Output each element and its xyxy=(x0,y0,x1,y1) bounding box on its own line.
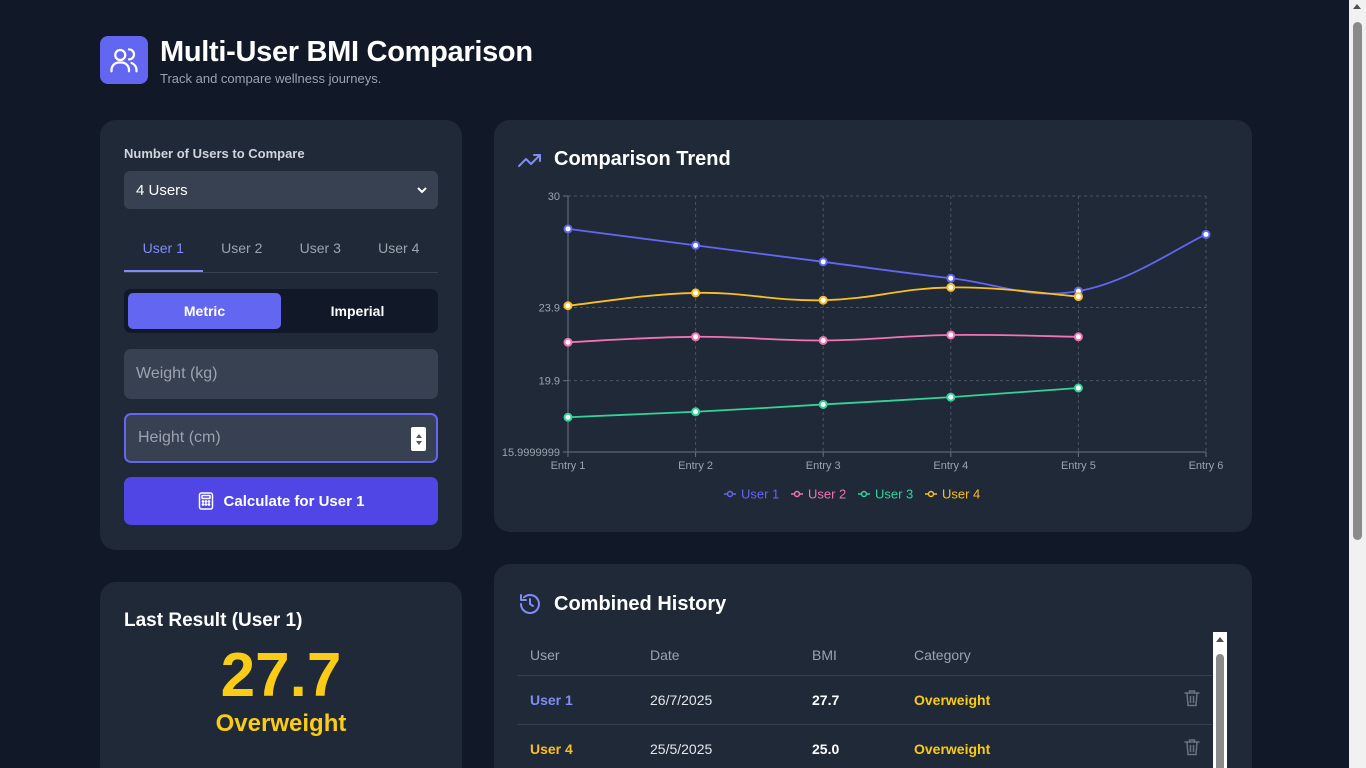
height-input[interactable]: Height (cm) xyxy=(124,413,438,463)
page-scrollbar[interactable] xyxy=(1349,0,1366,768)
series-line xyxy=(567,228,1207,295)
table-header-row: User Date BMI Category xyxy=(518,634,1212,676)
row-date: 25/5/2025 xyxy=(650,741,713,757)
combined-history-panel: Combined History User Date BMI Category … xyxy=(494,564,1252,768)
height-stepper[interactable] xyxy=(411,427,426,451)
y-tick-label: 15.9999999 xyxy=(502,447,560,459)
trend-chart: Entry 1 Entry 2 Entry 3 Entry 4 Entry 5 Entry… xyxy=(502,191,1224,502)
unit-toggle: Metric Imperial xyxy=(124,289,438,333)
row-user: User 4 xyxy=(530,741,573,757)
history-table: User Date BMI Category User 1 26/7/2025 … xyxy=(518,634,1212,768)
data-point xyxy=(946,330,956,340)
comparison-trend-panel: Comparison Trend Entry 1 Entry 2 Entry 3 En… xyxy=(494,120,1252,532)
row-category: Overweight xyxy=(914,692,991,708)
calculator-icon xyxy=(198,492,213,510)
column-header-date: Date xyxy=(650,646,680,663)
x-tick-label: Entry 6 xyxy=(1189,460,1224,472)
x-tick-label: Entry 5 xyxy=(1061,460,1096,472)
page-title: Multi-User BMI Comparison xyxy=(160,36,533,68)
data-point xyxy=(818,295,828,305)
row-date: 26/7/2025 xyxy=(650,692,713,708)
users-count-label: Number of Users to Compare xyxy=(124,146,305,161)
input-panel: Number of Users to Compare 4 Users User … xyxy=(100,120,462,550)
user-tabs: User 1 User 2 User 3 User 4 xyxy=(124,229,438,273)
data-point xyxy=(1201,229,1211,239)
trash-icon[interactable] xyxy=(1184,689,1200,707)
legend-marker-dot xyxy=(860,490,868,498)
column-header-user: User xyxy=(530,646,560,663)
legend-marker-dot xyxy=(793,490,801,498)
y-tick-label: 19.9 xyxy=(539,376,560,388)
data-point xyxy=(818,399,828,409)
imperial-button[interactable]: Imperial xyxy=(281,293,434,329)
x-tick-label: Entry 4 xyxy=(933,460,968,472)
history-scrollbar[interactable] xyxy=(1213,632,1227,768)
history-icon xyxy=(520,594,540,614)
height-placeholder: Height (cm) xyxy=(138,429,221,446)
table-row: User 1 26/7/2025 27.7 Overweight xyxy=(518,676,1212,725)
legend-label: User 3 xyxy=(875,487,913,502)
calculate-button[interactable]: Calculate for User 1 xyxy=(124,477,438,525)
calculate-label: Calculate for User 1 xyxy=(223,492,365,510)
data-point xyxy=(818,257,828,267)
app-header: Multi-User BMI Comparison Track and comp… xyxy=(100,36,533,86)
row-bmi: 27.7 xyxy=(812,692,840,708)
weight-placeholder: Weight (kg) xyxy=(136,365,218,382)
x-tick-label: Entry 1 xyxy=(551,460,586,472)
data-point xyxy=(946,392,956,402)
legend-label: User 1 xyxy=(741,487,779,502)
last-result-panel: Last Result (User 1) 27.7 Overweight xyxy=(100,582,462,768)
data-point xyxy=(946,282,956,292)
page-subtitle: Track and compare wellness journeys. xyxy=(160,71,382,86)
tab-user-1[interactable]: User 1 xyxy=(124,229,203,272)
data-point xyxy=(563,224,573,234)
row-user: User 1 xyxy=(530,692,573,708)
data-point xyxy=(563,412,573,422)
data-point xyxy=(818,335,828,345)
tab-user-2[interactable]: User 2 xyxy=(203,229,282,272)
trash-icon[interactable] xyxy=(1184,738,1200,756)
result-category: Overweight xyxy=(215,710,347,737)
column-header-category: Category xyxy=(914,646,971,663)
legend-label: User 4 xyxy=(942,487,980,502)
data-point xyxy=(1073,292,1083,302)
x-tick-label: Entry 2 xyxy=(678,460,713,472)
legend-marker-dot xyxy=(726,490,734,498)
legend-label: User 2 xyxy=(808,487,846,502)
data-point xyxy=(1073,383,1083,393)
result-bmi-value: 27.7 xyxy=(220,641,342,710)
data-point xyxy=(563,337,573,347)
users-count-select[interactable]: 4 Users xyxy=(124,171,438,209)
data-point xyxy=(1073,332,1083,342)
data-point xyxy=(691,288,701,298)
data-point xyxy=(691,332,701,342)
chevron-down-icon xyxy=(417,187,427,194)
data-point xyxy=(691,240,701,250)
metric-button[interactable]: Metric xyxy=(128,293,281,329)
result-title: Last Result (User 1) xyxy=(124,610,303,631)
row-category: Overweight xyxy=(914,741,991,757)
data-point xyxy=(946,273,956,283)
x-tick-label: Entry 3 xyxy=(806,460,841,472)
column-header-bmi: BMI xyxy=(812,646,837,663)
data-point xyxy=(691,407,701,417)
weight-input[interactable]: Weight (kg) xyxy=(124,349,438,399)
history-heading: Combined History xyxy=(518,592,726,616)
legend-marker-dot xyxy=(927,490,935,498)
row-bmi: 25.0 xyxy=(812,741,840,757)
users-count-value: 4 Users xyxy=(136,181,188,199)
y-tick-label: 23.9 xyxy=(539,303,560,315)
history-title: Combined History xyxy=(554,592,727,615)
y-tick-label: 30 xyxy=(548,191,560,203)
table-row: User 4 25/5/2025 25.0 Overweight xyxy=(518,725,1212,768)
users-icon xyxy=(100,36,148,84)
tab-user-4[interactable]: User 4 xyxy=(360,229,439,272)
tab-user-3[interactable]: User 3 xyxy=(281,229,360,272)
data-point xyxy=(563,301,573,311)
